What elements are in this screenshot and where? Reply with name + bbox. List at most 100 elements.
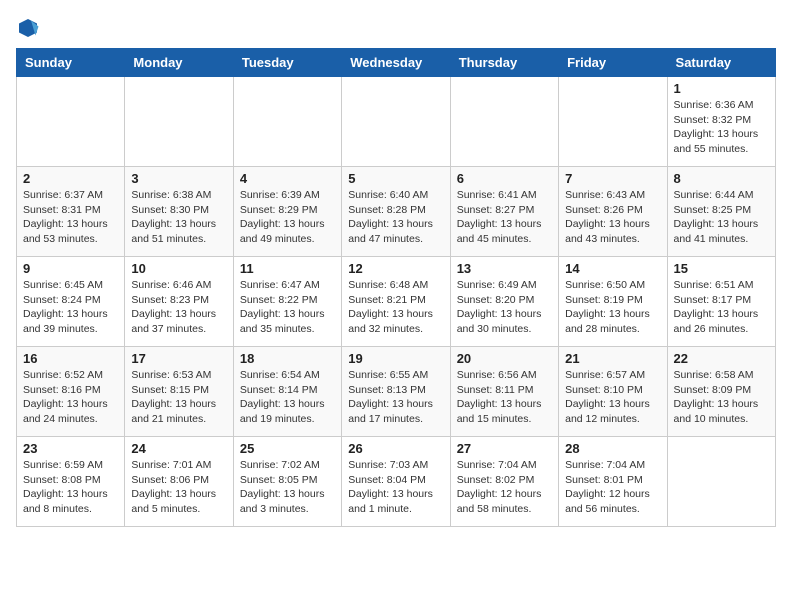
day-number: 2 [23, 171, 118, 186]
day-number: 6 [457, 171, 552, 186]
day-info: Sunrise: 6:54 AM Sunset: 8:14 PM Dayligh… [240, 368, 335, 427]
day-info: Sunrise: 6:58 AM Sunset: 8:09 PM Dayligh… [674, 368, 769, 427]
calendar-cell: 15 Sunrise: 6:51 AM Sunset: 8:17 PM Dayli… [667, 257, 775, 347]
day-info: Sunrise: 6:53 AM Sunset: 8:15 PM Dayligh… [131, 368, 226, 427]
day-number: 25 [240, 441, 335, 456]
day-number: 7 [565, 171, 660, 186]
day-number: 18 [240, 351, 335, 366]
calendar-cell: 10 Sunrise: 6:46 AM Sunset: 8:23 PM Dayli… [125, 257, 233, 347]
day-info: Sunrise: 6:41 AM Sunset: 8:27 PM Dayligh… [457, 188, 552, 247]
calendar-cell: 8 Sunrise: 6:44 AM Sunset: 8:25 PM Daylig… [667, 167, 775, 257]
day-info: Sunrise: 6:51 AM Sunset: 8:17 PM Dayligh… [674, 278, 769, 337]
day-info: Sunrise: 6:57 AM Sunset: 8:10 PM Dayligh… [565, 368, 660, 427]
day-info: Sunrise: 7:04 AM Sunset: 8:02 PM Dayligh… [457, 458, 552, 517]
calendar-cell [17, 77, 125, 167]
day-number: 26 [348, 441, 443, 456]
calendar-cell: 5 Sunrise: 6:40 AM Sunset: 8:28 PM Daylig… [342, 167, 450, 257]
day-of-week-header: Saturday [667, 49, 775, 77]
day-info: Sunrise: 6:43 AM Sunset: 8:26 PM Dayligh… [565, 188, 660, 247]
day-number: 15 [674, 261, 769, 276]
calendar-cell: 22 Sunrise: 6:58 AM Sunset: 8:09 PM Dayli… [667, 347, 775, 437]
day-info: Sunrise: 6:39 AM Sunset: 8:29 PM Dayligh… [240, 188, 335, 247]
day-info: Sunrise: 6:46 AM Sunset: 8:23 PM Dayligh… [131, 278, 226, 337]
day-info: Sunrise: 7:01 AM Sunset: 8:06 PM Dayligh… [131, 458, 226, 517]
day-info: Sunrise: 6:52 AM Sunset: 8:16 PM Dayligh… [23, 368, 118, 427]
calendar-cell: 18 Sunrise: 6:54 AM Sunset: 8:14 PM Dayli… [233, 347, 341, 437]
calendar-cell: 19 Sunrise: 6:55 AM Sunset: 8:13 PM Dayli… [342, 347, 450, 437]
calendar-cell [125, 77, 233, 167]
day-number: 28 [565, 441, 660, 456]
day-info: Sunrise: 6:48 AM Sunset: 8:21 PM Dayligh… [348, 278, 443, 337]
calendar-cell: 14 Sunrise: 6:50 AM Sunset: 8:19 PM Dayli… [559, 257, 667, 347]
day-info: Sunrise: 6:50 AM Sunset: 8:19 PM Dayligh… [565, 278, 660, 337]
day-of-week-header: Monday [125, 49, 233, 77]
day-number: 13 [457, 261, 552, 276]
calendar-cell [233, 77, 341, 167]
logo-icon [16, 16, 40, 40]
day-of-week-header: Thursday [450, 49, 558, 77]
day-info: Sunrise: 6:44 AM Sunset: 8:25 PM Dayligh… [674, 188, 769, 247]
calendar-header-row: SundayMondayTuesdayWednesdayThursdayFrid… [17, 49, 776, 77]
day-number: 22 [674, 351, 769, 366]
day-info: Sunrise: 6:36 AM Sunset: 8:32 PM Dayligh… [674, 98, 769, 157]
day-number: 8 [674, 171, 769, 186]
calendar-week-row: 2 Sunrise: 6:37 AM Sunset: 8:31 PM Daylig… [17, 167, 776, 257]
day-number: 9 [23, 261, 118, 276]
calendar-cell: 1 Sunrise: 6:36 AM Sunset: 8:32 PM Daylig… [667, 77, 775, 167]
calendar-cell: 12 Sunrise: 6:48 AM Sunset: 8:21 PM Dayli… [342, 257, 450, 347]
calendar-cell [342, 77, 450, 167]
day-number: 3 [131, 171, 226, 186]
day-number: 20 [457, 351, 552, 366]
day-number: 4 [240, 171, 335, 186]
calendar-cell: 7 Sunrise: 6:43 AM Sunset: 8:26 PM Daylig… [559, 167, 667, 257]
day-info: Sunrise: 6:55 AM Sunset: 8:13 PM Dayligh… [348, 368, 443, 427]
day-of-week-header: Sunday [17, 49, 125, 77]
calendar-cell: 3Sunrise: 6:38 AM Sunset: 8:30 PM Daylig… [125, 167, 233, 257]
day-number: 5 [348, 171, 443, 186]
calendar-cell: 28 Sunrise: 7:04 AM Sunset: 8:01 PM Dayli… [559, 437, 667, 527]
day-number: 12 [348, 261, 443, 276]
day-number: 10 [131, 261, 226, 276]
calendar-week-row: 9 Sunrise: 6:45 AM Sunset: 8:24 PM Daylig… [17, 257, 776, 347]
calendar-cell: 21 Sunrise: 6:57 AM Sunset: 8:10 PM Dayli… [559, 347, 667, 437]
calendar-cell: 26 Sunrise: 7:03 AM Sunset: 8:04 PM Dayli… [342, 437, 450, 527]
day-number: 24 [131, 441, 226, 456]
header [16, 16, 776, 40]
day-info: Sunrise: 6:59 AM Sunset: 8:08 PM Dayligh… [23, 458, 118, 517]
day-info: Sunrise: 6:40 AM Sunset: 8:28 PM Dayligh… [348, 188, 443, 247]
calendar-week-row: 23 Sunrise: 6:59 AM Sunset: 8:08 PM Dayli… [17, 437, 776, 527]
day-info: Sunrise: 6:45 AM Sunset: 8:24 PM Dayligh… [23, 278, 118, 337]
day-of-week-header: Wednesday [342, 49, 450, 77]
calendar-cell: 11Sunrise: 6:47 AM Sunset: 8:22 PM Dayli… [233, 257, 341, 347]
calendar-cell: 4 Sunrise: 6:39 AM Sunset: 8:29 PM Daylig… [233, 167, 341, 257]
calendar-cell: 20 Sunrise: 6:56 AM Sunset: 8:11 PM Dayli… [450, 347, 558, 437]
day-number: 27 [457, 441, 552, 456]
day-of-week-header: Friday [559, 49, 667, 77]
day-of-week-header: Tuesday [233, 49, 341, 77]
day-info: Sunrise: 6:49 AM Sunset: 8:20 PM Dayligh… [457, 278, 552, 337]
calendar-cell: 23 Sunrise: 6:59 AM Sunset: 8:08 PM Dayli… [17, 437, 125, 527]
day-number: 1 [674, 81, 769, 96]
day-info: Sunrise: 7:02 AM Sunset: 8:05 PM Dayligh… [240, 458, 335, 517]
day-info: Sunrise: 7:04 AM Sunset: 8:01 PM Dayligh… [565, 458, 660, 517]
calendar-cell [559, 77, 667, 167]
calendar: SundayMondayTuesdayWednesdayThursdayFrid… [16, 48, 776, 527]
calendar-week-row: 1 Sunrise: 6:36 AM Sunset: 8:32 PM Daylig… [17, 77, 776, 167]
day-number: 23 [23, 441, 118, 456]
day-number: 19 [348, 351, 443, 366]
calendar-cell [450, 77, 558, 167]
day-info: Sunrise: 7:03 AM Sunset: 8:04 PM Dayligh… [348, 458, 443, 517]
calendar-cell: 25 Sunrise: 7:02 AM Sunset: 8:05 PM Dayli… [233, 437, 341, 527]
day-number: 11 [240, 261, 335, 276]
calendar-cell: 27 Sunrise: 7:04 AM Sunset: 8:02 PM Dayli… [450, 437, 558, 527]
calendar-cell: 17 Sunrise: 6:53 AM Sunset: 8:15 PM Dayli… [125, 347, 233, 437]
calendar-cell: 9 Sunrise: 6:45 AM Sunset: 8:24 PM Daylig… [17, 257, 125, 347]
calendar-cell: 16Sunrise: 6:52 AM Sunset: 8:16 PM Dayli… [17, 347, 125, 437]
day-number: 14 [565, 261, 660, 276]
day-info: Sunrise: 6:37 AM Sunset: 8:31 PM Dayligh… [23, 188, 118, 247]
day-info: Sunrise: 6:56 AM Sunset: 8:11 PM Dayligh… [457, 368, 552, 427]
calendar-cell: 6 Sunrise: 6:41 AM Sunset: 8:27 PM Daylig… [450, 167, 558, 257]
calendar-cell: 2 Sunrise: 6:37 AM Sunset: 8:31 PM Daylig… [17, 167, 125, 257]
day-number: 21 [565, 351, 660, 366]
day-number: 17 [131, 351, 226, 366]
